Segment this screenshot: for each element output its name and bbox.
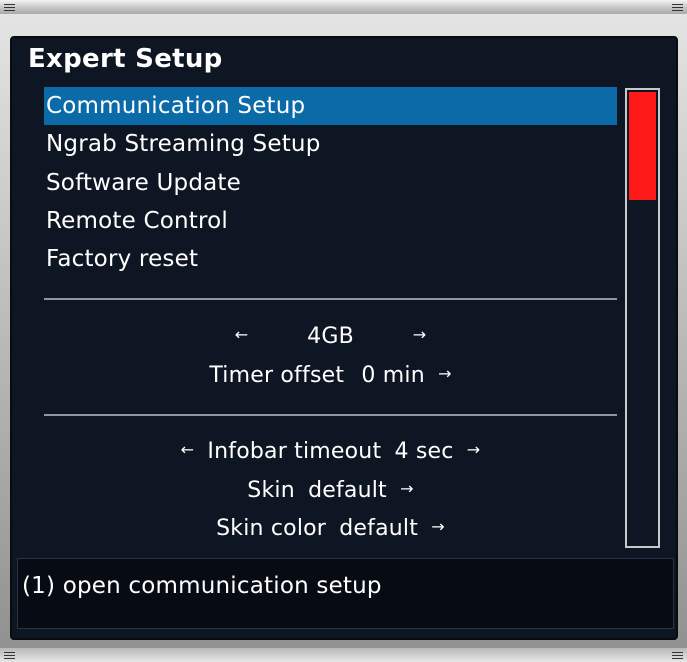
left-arrow-icon[interactable]: ← [235, 316, 249, 354]
divider-1 [44, 298, 617, 300]
menu-item-remote-control[interactable]: Remote Control [44, 202, 617, 240]
left-arrow-icon[interactable]: ← [181, 431, 195, 469]
window-frame: Expert Setup Communication Setup Ngrab S… [0, 0, 687, 662]
right-arrow-icon[interactable]: → [467, 431, 481, 469]
grip-left-icon [4, 4, 15, 11]
right-arrow-icon[interactable]: → [438, 355, 452, 393]
skin-option[interactable]: Skin default → [44, 472, 617, 510]
right-arrow-icon[interactable]: → [431, 508, 445, 546]
timer-offset-label: Timer offset [209, 363, 345, 388]
right-arrow-icon[interactable]: → [400, 470, 414, 508]
divider-2 [44, 414, 617, 416]
right-arrow-icon[interactable]: → [413, 316, 427, 354]
menu-item-ngrab-streaming-setup[interactable]: Ngrab Streaming Setup [44, 125, 617, 163]
menu-item-software-update[interactable]: Software Update [44, 164, 617, 202]
skin-color-label: Skin color [216, 516, 327, 541]
infobar-timeout-value: 4 sec [394, 439, 454, 464]
grip-right-icon [672, 4, 683, 11]
skin-color-option[interactable]: Skin color default → [44, 510, 617, 548]
panel-title: Expert Setup [28, 44, 223, 74]
storage-option[interactable]: ← 4GB → [44, 318, 617, 356]
skin-value: default [308, 478, 387, 503]
infobar-timeout-option[interactable]: ← Infobar timeout 4 sec → [44, 433, 617, 471]
menu-item-factory-reset[interactable]: Factory reset [44, 240, 617, 278]
scrollbar-thumb[interactable] [629, 92, 656, 200]
storage-value: 4GB [307, 324, 354, 349]
skin-label: Skin [247, 478, 295, 503]
title-bar[interactable] [0, 0, 687, 14]
bottom-bar [0, 648, 687, 662]
timer-offset-option[interactable]: Timer offset 0 min → [44, 357, 617, 395]
grip-left-icon [4, 652, 15, 659]
timer-offset-value: 0 min [361, 363, 425, 388]
grip-right-icon [672, 652, 683, 659]
menu-item-communication-setup[interactable]: Communication Setup [44, 87, 617, 125]
info-text: (1) open communication setup [22, 573, 382, 599]
scrollbar[interactable] [625, 88, 660, 548]
skin-color-value: default [339, 516, 419, 541]
infobar-timeout-label: Infobar timeout [207, 439, 382, 464]
